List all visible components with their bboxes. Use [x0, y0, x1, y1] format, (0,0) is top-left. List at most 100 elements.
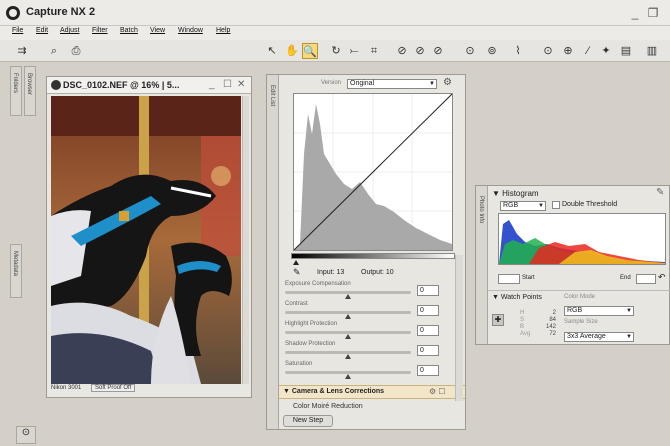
direct-select-icon[interactable]: ↖ — [264, 43, 280, 59]
output-value: 10 — [385, 269, 394, 276]
image-status-bar: Nikon 3001 Soft Proof Off — [51, 384, 247, 396]
menu-help[interactable]: Help — [216, 27, 230, 34]
section-options-icon[interactable]: ⚙ ☐ — [429, 387, 446, 396]
tab-browser[interactable]: Browser — [24, 66, 36, 116]
eyedropper-icon[interactable]: ✎ — [293, 267, 301, 278]
menu-filter[interactable]: Filter — [92, 27, 108, 34]
color-moire-item[interactable]: Color Moiré Reduction — [293, 403, 363, 410]
black-point-slider[interactable] — [293, 260, 299, 265]
watch-points-title: ▼ Watch Points — [492, 294, 542, 301]
section-title: ▼ Camera & Lens Corrections — [283, 388, 385, 395]
menu-bar: File Edit Adjust Filter Batch View Windo… — [0, 26, 670, 40]
readout-ch: H — [520, 310, 525, 316]
selection-brush-icon[interactable]: ∕ — [580, 43, 596, 59]
zoom-tool-icon[interactable]: 🔍 — [302, 43, 318, 59]
version-select[interactable]: Original — [347, 79, 437, 89]
photo-info-tab[interactable]: Photo Info — [476, 186, 488, 344]
white-point-icon[interactable]: ⊘ — [412, 43, 428, 59]
black-point-icon[interactable]: ⊘ — [394, 43, 410, 59]
image-vertical-scrollbar[interactable] — [242, 96, 249, 384]
readout-ch: Avg — [520, 331, 531, 337]
contrast-value[interactable]: 0 — [417, 305, 439, 316]
straighten-icon[interactable]: ⤚ — [346, 43, 362, 59]
saturation-knob[interactable] — [345, 374, 351, 379]
version-label: Version — [321, 80, 342, 86]
shadow-value[interactable]: 0 — [417, 345, 439, 356]
carousel-horse-photo[interactable] — [51, 96, 241, 384]
exposure-label: Exposure Compensation — [285, 281, 351, 287]
edit-list-tab[interactable]: Edit List — [267, 75, 279, 429]
app-title: Capture NX 2 — [26, 6, 96, 18]
highlight-label: Highlight Protection — [285, 321, 338, 327]
tab-folders[interactable]: Folders — [10, 66, 22, 116]
divider — [488, 290, 670, 291]
restore-button[interactable]: ❐ — [646, 6, 660, 20]
tab-browser-label: Browser — [26, 73, 32, 96]
panel-options-icon[interactable]: ⚙ — [443, 77, 452, 88]
menu-batch[interactable]: Batch — [120, 27, 138, 34]
histogram-graph — [498, 213, 666, 265]
color-mode-select[interactable]: RGB — [564, 306, 634, 316]
sample-size-select[interactable]: 3x3 Average — [564, 332, 634, 342]
tab-metadata-label: Metadata — [12, 251, 18, 277]
menu-file[interactable]: File — [12, 27, 23, 34]
readout-val: 2 — [552, 310, 556, 316]
workspace-icon[interactable]: ▥ — [644, 43, 660, 59]
menu-edit[interactable]: Edit — [36, 27, 48, 34]
crop-icon[interactable]: ⌗ — [366, 43, 382, 59]
maximize-icon[interactable]: ☐ — [223, 79, 232, 90]
minimize-icon[interactable]: _ — [209, 79, 215, 90]
minimize-button[interactable]: _ — [628, 6, 642, 20]
app-logo-icon — [6, 6, 20, 20]
title-bar: Capture NX 2 _ ❐ — [0, 0, 670, 26]
rotate-icon[interactable]: ↻ — [328, 43, 344, 59]
double-threshold-label: Double Threshold — [562, 201, 618, 208]
camera-lens-section[interactable]: ▼ Camera & Lens Corrections ⚙ ☐ — [279, 385, 465, 399]
menu-adjust[interactable]: Adjust — [60, 27, 79, 34]
histogram-options-icon[interactable]: ✎ — [656, 187, 664, 198]
neutral-point-icon[interactable]: ⊘ — [430, 43, 446, 59]
edit-list-scrollbar[interactable] — [455, 255, 463, 401]
highlight-value[interactable]: 0 — [417, 325, 439, 336]
highlight-knob[interactable] — [345, 334, 351, 339]
watch-point-add-icon[interactable]: ✚ — [492, 314, 504, 326]
color-control-point-icon[interactable]: ⊙ — [540, 43, 556, 59]
red-eye-icon[interactable]: ⊙ — [462, 43, 478, 59]
lasso-icon[interactable]: ⌇ — [510, 43, 526, 59]
navigator-icon[interactable]: ⊙ — [16, 426, 36, 444]
contrast-knob[interactable] — [345, 314, 351, 319]
reset-icon[interactable]: ↶ — [658, 272, 666, 283]
saturation-value[interactable]: 0 — [417, 365, 439, 376]
selection-control-point-icon[interactable]: ⊕ — [560, 43, 576, 59]
readout-val: 72 — [549, 331, 556, 337]
photo-info-panel: Photo Info ▼ Histogram ✎ RGB Double Thre… — [475, 185, 670, 345]
end-field[interactable] — [636, 274, 656, 284]
start-field[interactable] — [498, 274, 520, 284]
tab-metadata[interactable]: Metadata — [10, 244, 22, 298]
shadow-knob[interactable] — [345, 354, 351, 359]
input-value: 13 — [336, 269, 345, 276]
browser-toggle-icon[interactable]: ⇉ — [14, 43, 30, 59]
levels-curve-graph[interactable] — [293, 93, 453, 251]
sample-size-label: Sample Size — [564, 319, 598, 325]
double-threshold-checkbox[interactable] — [552, 201, 560, 209]
auto-retouch-icon[interactable]: ⊚ — [484, 43, 500, 59]
fill-remove-icon[interactable]: ✦ — [598, 43, 614, 59]
menu-window[interactable]: Window — [178, 27, 203, 34]
exposure-knob[interactable] — [345, 294, 351, 299]
zoom-fit-icon[interactable]: ⌕ — [46, 43, 62, 59]
end-label: End — [620, 275, 631, 281]
camera-label: Nikon 3001 — [51, 385, 82, 391]
histogram-channel-select[interactable]: RGB — [500, 201, 546, 211]
gradient-icon[interactable]: ▤ — [618, 43, 634, 59]
menu-view[interactable]: View — [150, 27, 165, 34]
hand-tool-icon[interactable]: ✋ — [284, 43, 300, 59]
new-step-button[interactable]: New Step — [283, 415, 333, 427]
tab-folders-label: Folders — [12, 73, 18, 94]
close-icon[interactable]: ✕ — [237, 79, 245, 90]
soft-proof-button[interactable]: Soft Proof Off — [91, 384, 136, 392]
exposure-value[interactable]: 0 — [417, 285, 439, 296]
print-icon[interactable]: ⎙ — [68, 43, 84, 59]
image-window: DSC_0102.NEF @ 16% | 5... _ ☐ ✕ Nikon 30… — [46, 76, 252, 398]
watch-point-readout: H 2 S 84 B 142 Avg 72 — [520, 310, 556, 338]
